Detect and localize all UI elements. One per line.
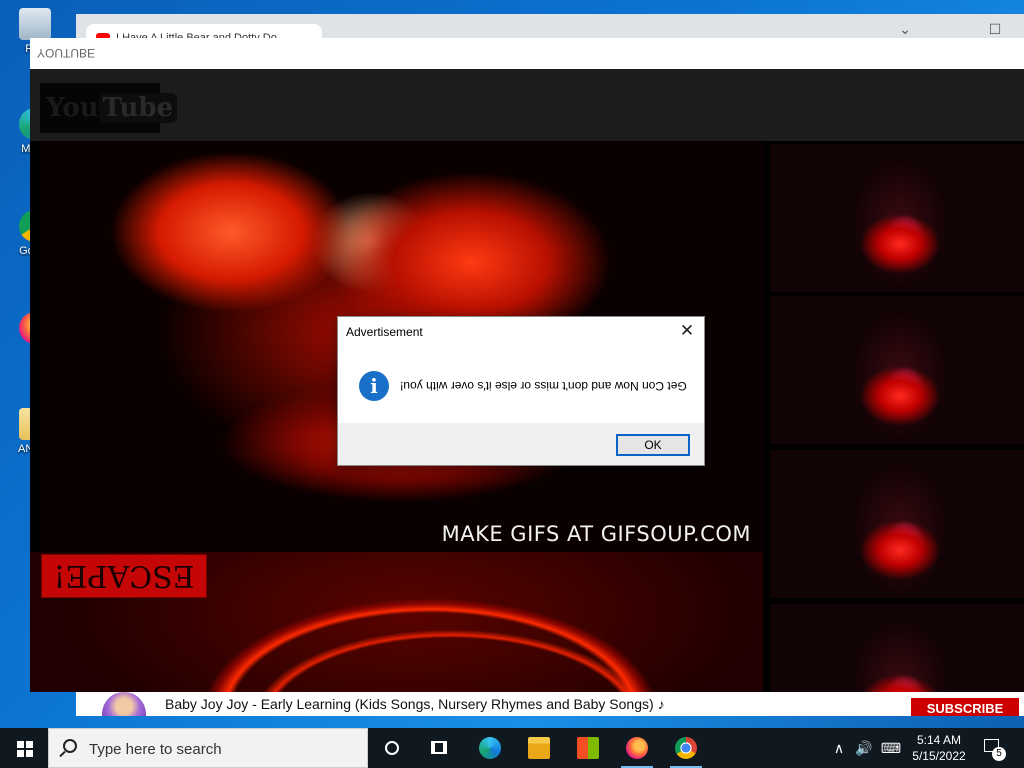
firefox-icon: [626, 737, 648, 759]
malware-window-title: YOUTUBE: [37, 46, 96, 60]
recycle-bin-icon: [19, 8, 51, 40]
channel-avatar[interactable]: [102, 692, 146, 716]
cortana-icon: [385, 741, 399, 755]
advertisement-dialog: Advertisement ✕ i Get Con Now and don't …: [337, 316, 705, 466]
action-center-button[interactable]: 5: [980, 736, 1006, 761]
youtube-logo: You Tube: [40, 83, 178, 133]
info-icon: i: [359, 371, 389, 401]
chevron-down-icon[interactable]: ⌄: [898, 22, 912, 36]
chrome-icon: [675, 737, 697, 759]
cortana-button[interactable]: [368, 728, 416, 768]
dialog-title: Advertisement: [346, 325, 423, 339]
escape-button[interactable]: ESCAPE!: [41, 554, 207, 598]
notification-count: 5: [992, 747, 1006, 761]
taskbar: Type here to search ∧ 🔊 ⌨ 5:14 AM 5/15/2…: [0, 728, 1024, 768]
store-icon: [577, 737, 599, 759]
dialog-message: Get Con Now and don't miss or else it's …: [400, 379, 687, 393]
edge-icon: [479, 737, 501, 759]
clock-time: 5:14 AM: [916, 733, 962, 747]
ok-button[interactable]: OK: [616, 434, 690, 456]
windows-logo-icon: [17, 741, 33, 757]
subscribe-button[interactable]: SUBSCRIBE: [911, 698, 1019, 716]
clock[interactable]: 5:14 AM 5/15/2022: [912, 732, 966, 764]
task-view-button[interactable]: [416, 728, 464, 768]
taskbar-firefox[interactable]: [613, 728, 661, 768]
speaker-icon[interactable]: 🔊: [852, 728, 876, 768]
dialog-footer: OK: [338, 423, 704, 465]
chevron-up-icon[interactable]: ∧: [828, 728, 850, 768]
music-note-icon: ♪: [657, 696, 665, 712]
side-image-tile: [770, 450, 1024, 598]
video-info-bar: Baby Joy Joy - Early Learning (Kids Song…: [76, 690, 1024, 716]
search-placeholder: Type here to search: [89, 741, 222, 758]
side-image-tile: [770, 296, 1024, 444]
video-title: Baby Joy Joy - Early Learning (Kids Song…: [165, 696, 665, 712]
task-view-icon: [431, 741, 447, 754]
keyboard-icon[interactable]: ⌨: [878, 728, 904, 768]
taskbar-edge[interactable]: [466, 728, 514, 768]
taskbar-chrome[interactable]: [662, 728, 710, 768]
fake-youtube-header: You Tube: [30, 69, 1024, 141]
side-image-tile: [770, 144, 1024, 292]
folder-icon: [528, 737, 550, 759]
taskbar-file-explorer[interactable]: [515, 728, 563, 768]
search-icon: [63, 739, 77, 753]
maximize-icon[interactable]: ☐: [988, 22, 1002, 36]
side-image-strip: [770, 144, 1024, 692]
clock-date: 5/15/2022: [912, 749, 966, 763]
search-box[interactable]: Type here to search: [48, 728, 368, 768]
side-image-tile: [770, 604, 1024, 692]
taskbar-store[interactable]: [564, 728, 612, 768]
malware-titlebar: YOUTUBE: [30, 38, 1024, 69]
gif-watermark: MAKE GIFS AT GIFSOUP.COM: [441, 522, 751, 546]
start-button[interactable]: [0, 728, 48, 768]
close-icon[interactable]: ✕: [678, 321, 696, 341]
